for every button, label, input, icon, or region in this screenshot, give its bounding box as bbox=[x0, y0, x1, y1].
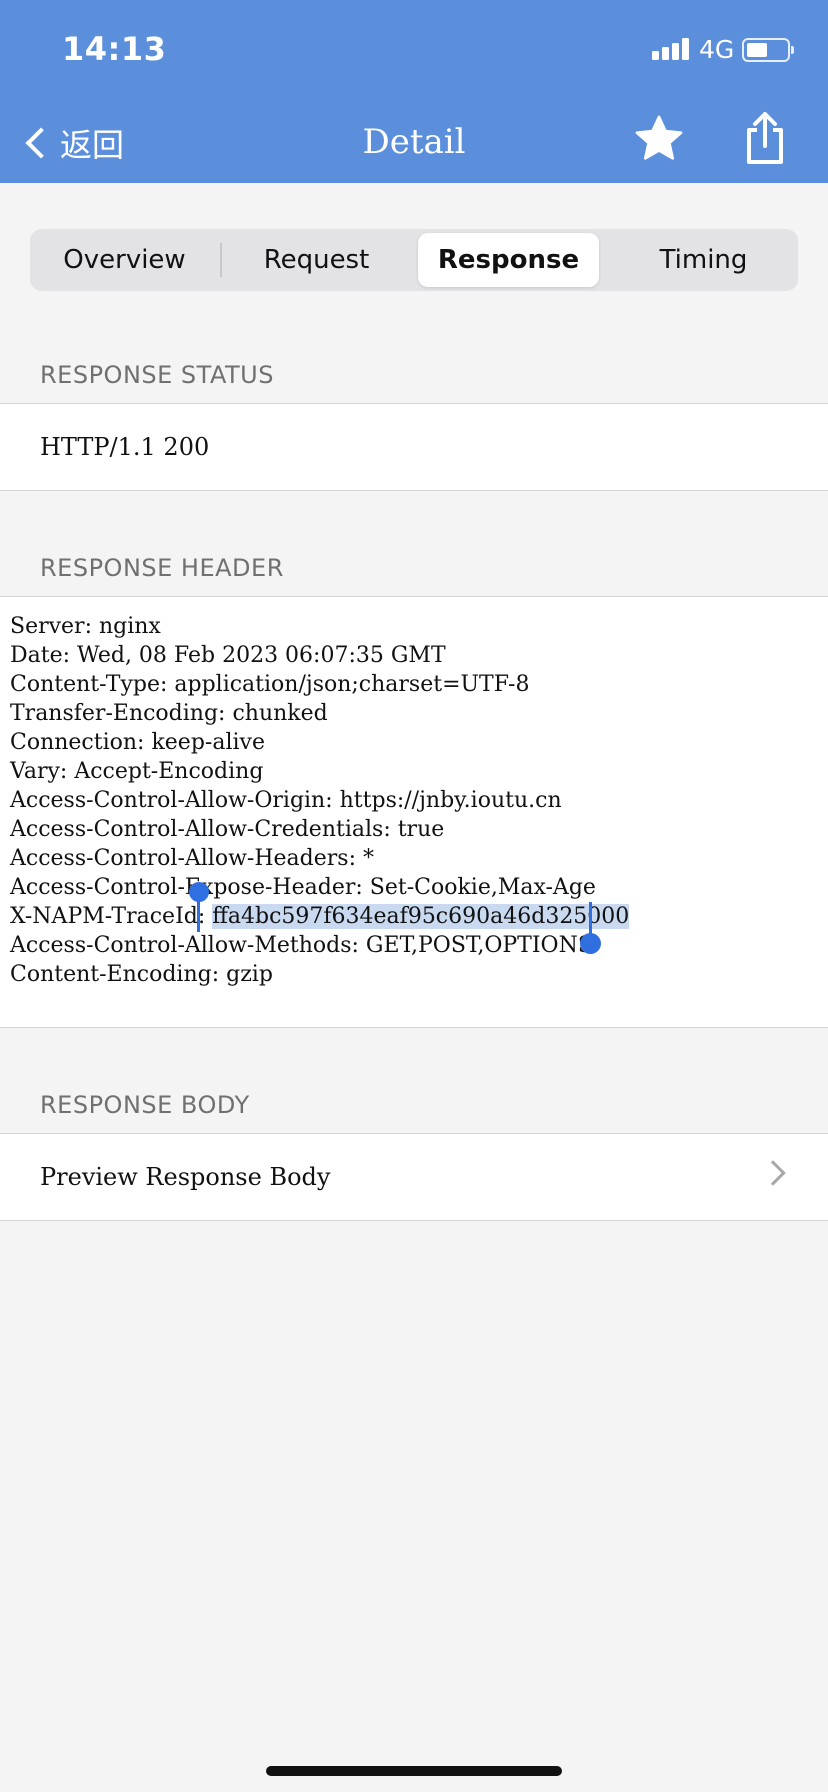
home-indicator bbox=[266, 1766, 562, 1776]
battery-icon bbox=[742, 38, 794, 62]
tab-overview[interactable]: Overview bbox=[34, 233, 215, 287]
tab-request[interactable]: Request bbox=[226, 233, 407, 287]
response-header-heading: RESPONSE HEADER bbox=[40, 554, 284, 582]
preview-response-body-row[interactable]: Preview Response Body bbox=[0, 1133, 828, 1221]
page-title: Detail bbox=[362, 122, 466, 162]
selection-end-handle[interactable] bbox=[580, 933, 601, 954]
header-line: Access-Control-Allow-Headers: * bbox=[10, 846, 374, 871]
selection-start-bar bbox=[197, 898, 200, 932]
trace-key: X-NAPM-TraceId: bbox=[10, 904, 213, 929]
tab-response[interactable]: Response bbox=[418, 233, 599, 287]
response-status-cell: HTTP/1.1 200 bbox=[0, 403, 828, 491]
response-body-heading: RESPONSE BODY bbox=[40, 1091, 250, 1119]
star-icon[interactable] bbox=[632, 112, 686, 166]
segment-divider bbox=[220, 243, 222, 277]
status-time: 14:13 bbox=[62, 30, 167, 68]
header-line: Access-Control-Allow-Methods: GET,POST,O… bbox=[10, 933, 593, 958]
response-status-heading: RESPONSE STATUS bbox=[40, 361, 274, 389]
header-line: Vary: Accept-Encoding bbox=[10, 759, 264, 784]
chevron-right-icon bbox=[760, 1160, 786, 1186]
header-line: Access-Control-Allow-Credentials: true bbox=[10, 817, 445, 842]
selection-end-bar bbox=[589, 902, 592, 936]
signal-icon bbox=[652, 38, 692, 60]
header-line: Content-Type: application/json;charset=U… bbox=[10, 672, 530, 697]
selected-trace-id[interactable]: ffa4bc597f634eaf95c690a46d325000 bbox=[212, 904, 630, 929]
response-header-text[interactable]: Server: nginx Date: Wed, 08 Feb 2023 06:… bbox=[10, 612, 820, 989]
share-icon[interactable] bbox=[740, 110, 790, 166]
network-type: 4G bbox=[699, 35, 735, 64]
header-line: Transfer-Encoding: chunked bbox=[10, 701, 328, 726]
header-line: Access-Control-Allow-Origin: https://jnb… bbox=[10, 788, 562, 813]
header-line: Connection: keep-alive bbox=[10, 730, 265, 755]
navigation-bar: 14:13 4G 返回 Detail bbox=[0, 0, 828, 183]
header-line: Server: nginx bbox=[10, 614, 161, 639]
tab-timing[interactable]: Timing bbox=[613, 233, 794, 287]
response-status-value: HTTP/1.1 200 bbox=[40, 433, 210, 461]
header-line: Content-Encoding: gzip bbox=[10, 962, 273, 987]
preview-response-body-label: Preview Response Body bbox=[40, 1163, 331, 1191]
segmented-control: Overview Request Response Timing bbox=[30, 229, 798, 291]
header-line: Access-Control-Expose-Header: Set-Cookie… bbox=[10, 875, 596, 900]
header-line-trace: X-NAPM-TraceId: ffa4bc597f634eaf95c690a4… bbox=[10, 902, 820, 931]
header-line: Date: Wed, 08 Feb 2023 06:07:35 GMT bbox=[10, 643, 446, 668]
